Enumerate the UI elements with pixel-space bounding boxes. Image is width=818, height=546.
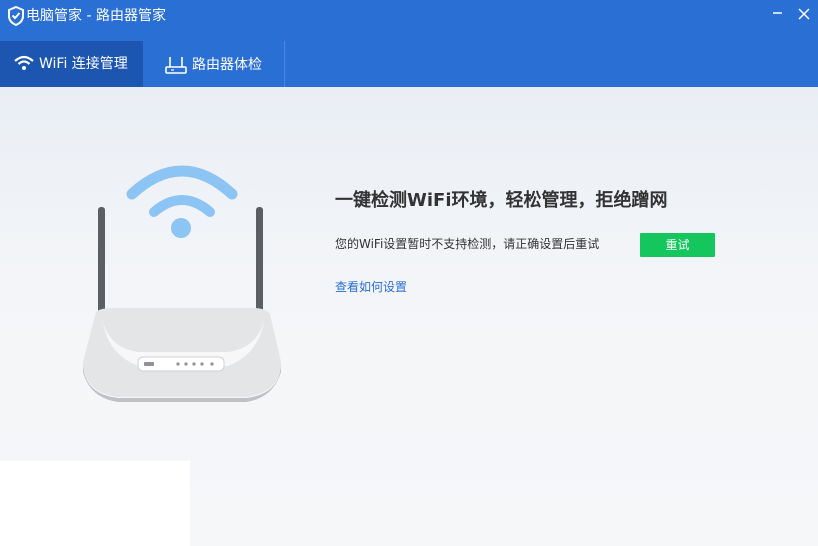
shield-icon <box>8 6 24 26</box>
wifi-dot <box>171 218 191 238</box>
tab-wifi-connection[interactable]: WiFi 连接管理 <box>0 41 143 87</box>
blank-overlay <box>0 461 190 546</box>
page-headline: 一键检测WiFi环境，轻松管理，拒绝蹭网 <box>335 190 668 211</box>
tab-strip: WiFi 连接管理 路由器体检 <box>0 41 818 87</box>
how-to-setup-link[interactable]: 查看如何设置 <box>335 278 407 296</box>
router-icon <box>165 57 187 74</box>
tab-router-checkup[interactable]: 路由器体检 <box>143 41 285 87</box>
title-bar: 电脑管家 - 路由器管家 <box>0 0 818 32</box>
main-panel: 一键检测WiFi环境，轻松管理，拒绝蹭网 您的WiFi设置暂时不支持检测，请正确… <box>0 87 818 546</box>
close-icon[interactable] <box>794 4 814 24</box>
top-bar: 电脑管家 - 路由器管家 WiFi 连接管理 路由器体检 <box>0 0 818 87</box>
window-title: 电脑管家 - 路由器管家 <box>26 8 166 24</box>
status-message: 您的WiFi设置暂时不支持检测，请正确设置后重试 <box>335 237 600 251</box>
minimize-icon[interactable] <box>768 4 788 24</box>
wifi-router-illustration <box>83 165 281 402</box>
tab-label: 路由器体检 <box>192 57 262 73</box>
retry-button[interactable]: 重试 <box>640 233 715 257</box>
left-antenna <box>98 207 105 315</box>
wifi-icon <box>14 55 34 70</box>
wifi-arc-outer <box>126 165 238 200</box>
right-antenna <box>256 207 263 315</box>
tab-label: WiFi 连接管理 <box>39 56 128 72</box>
wifi-arc-inner <box>149 195 215 217</box>
